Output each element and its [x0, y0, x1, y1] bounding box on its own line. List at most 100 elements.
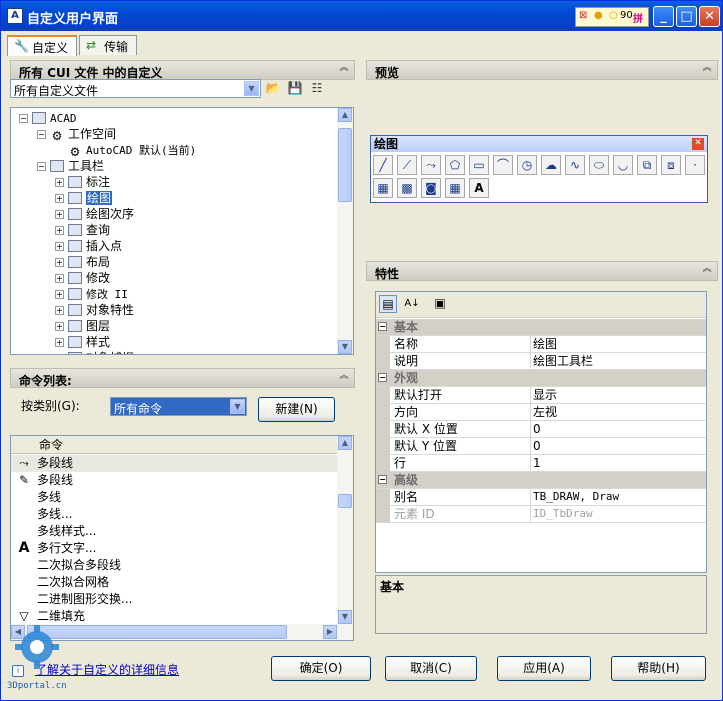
expand-icon[interactable]: +: [55, 354, 64, 355]
ok-button[interactable]: 确定(O): [271, 656, 371, 681]
property-row[interactable]: 说明 绘图工具栏: [376, 353, 706, 370]
property-grid[interactable]: ▤ A↓ ▣ − 基本 名称 绘图 说明 绘图工具栏 − 外观 默认打开 显示 方向 左视 默认 X 位…: [375, 291, 707, 573]
tree-node[interactable]: + 绘图次序: [55, 206, 134, 222]
chevron-down-icon[interactable]: ▼: [230, 399, 245, 414]
command-list-item[interactable]: A 多行文字...: [11, 540, 339, 557]
expand-icon[interactable]: +: [55, 322, 64, 331]
tree-node[interactable]: + 修改 II: [55, 286, 128, 302]
categorized-view-icon[interactable]: ▤: [379, 295, 397, 313]
scroll-down-icon[interactable]: ▼: [338, 340, 352, 354]
tab-transfer[interactable]: ⇄ 传输: [79, 35, 137, 55]
property-category[interactable]: − 外观: [376, 370, 706, 387]
new-command-button[interactable]: 新建(N): [258, 397, 335, 422]
expand-icon[interactable]: +: [55, 306, 64, 315]
property-category[interactable]: − 基本: [376, 319, 706, 336]
collapse-chevron-icon[interactable]: ︽: [337, 370, 351, 384]
command-list-item[interactable]: 多线...: [11, 506, 339, 523]
scroll-up-icon[interactable]: ▲: [338, 108, 352, 122]
close-button[interactable]: ✕: [699, 6, 720, 27]
property-value[interactable]: 1: [530, 455, 706, 471]
command-list-item[interactable]: ⤳ 多段线: [11, 455, 339, 472]
expand-icon[interactable]: +: [55, 338, 64, 347]
tree-node[interactable]: + 布局: [55, 254, 110, 270]
property-row[interactable]: 名称 绘图: [376, 336, 706, 353]
help-button[interactable]: 帮助(H): [611, 656, 706, 681]
command-panel-header[interactable]: 命令列表: ︽: [10, 368, 355, 388]
save-icon[interactable]: 💾: [286, 80, 304, 98]
tree-node[interactable]: − ACAD: [19, 110, 77, 126]
expand-icon[interactable]: +: [55, 178, 64, 187]
scroll-right-icon[interactable]: ▶: [323, 625, 337, 639]
tree-options-icon[interactable]: ☷: [308, 80, 326, 98]
tree-node[interactable]: + 标注: [55, 174, 110, 190]
collapse-icon[interactable]: −: [19, 114, 28, 123]
cancel-button[interactable]: 取消(C): [385, 656, 477, 681]
chevron-down-icon[interactable]: ▼: [244, 81, 259, 96]
property-row[interactable]: 别名 TB_DRAW, Draw: [376, 489, 706, 506]
title-bar[interactable]: A 自定义用户界面 ⊠ ● ○ 90 拼 _ □ ✕: [1, 1, 722, 31]
sort-az-icon[interactable]: A↓: [403, 295, 421, 313]
command-list-item[interactable]: ✎ 多段线: [11, 472, 339, 489]
apply-button[interactable]: 应用(A): [497, 656, 591, 681]
command-list-item[interactable]: 多线: [11, 489, 339, 506]
minimize-button[interactable]: _: [653, 6, 674, 27]
tab-customize[interactable]: 🔧 自定义: [7, 35, 77, 56]
property-value[interactable]: 0: [530, 421, 706, 437]
property-value[interactable]: TB_DRAW, Draw: [530, 489, 706, 505]
tree-vertical-scrollbar[interactable]: ▲ ▼: [337, 108, 353, 354]
cui-tree[interactable]: −ACAD−⚙工作空间+⚙AutoCAD 默认(当前)−工具栏+标注+绘图+绘图…: [10, 107, 354, 355]
property-row[interactable]: 元素 ID ID_TbDraw: [376, 506, 706, 523]
tree-node[interactable]: + 对象捕捉: [55, 350, 134, 355]
scroll-up-icon[interactable]: ▲: [338, 436, 352, 450]
command-list-item[interactable]: 二次拟合多段线: [11, 557, 339, 574]
expand-icon[interactable]: +: [55, 226, 64, 235]
command-vertical-scrollbar[interactable]: ▲ ▼: [337, 436, 353, 624]
property-pages-icon[interactable]: ▣: [431, 295, 449, 313]
scroll-thumb[interactable]: [338, 128, 352, 202]
properties-panel-header[interactable]: 特性 ︽: [366, 261, 718, 281]
property-row[interactable]: 方向 左视: [376, 404, 706, 421]
expand-icon[interactable]: +: [55, 242, 64, 251]
property-row[interactable]: 默认打开 显示: [376, 387, 706, 404]
tree-node[interactable]: + 插入点: [55, 238, 122, 254]
property-row[interactable]: 行1: [376, 455, 706, 472]
cui-file-select[interactable]: 所有自定义文件 ▼: [10, 79, 261, 98]
property-row[interactable]: 默认 Y 位置 0: [376, 438, 706, 455]
collapse-icon[interactable]: −: [37, 162, 46, 171]
command-column-header[interactable]: 命令: [11, 436, 339, 454]
command-list[interactable]: 命令 ⤳ 多段线 ✎ 多段线 多线 多线... 多线样式... A 多行文字... 二次拟合多段线…: [10, 435, 354, 641]
property-category[interactable]: − 高级: [376, 472, 706, 489]
ime-status-bar[interactable]: ⊠ ● ○ 90 拼: [575, 7, 649, 27]
tree-node[interactable]: − 工具栏: [37, 158, 104, 174]
tree-node[interactable]: − ⚙ 工作空间: [37, 126, 116, 142]
collapse-icon[interactable]: −: [378, 322, 387, 331]
category-filter-select[interactable]: 所有命令 ▼: [110, 397, 247, 416]
tree-node[interactable]: + 对象特性: [55, 302, 134, 318]
collapse-icon[interactable]: −: [378, 475, 387, 484]
tree-node[interactable]: + 修改: [55, 270, 110, 286]
collapse-icon[interactable]: −: [378, 373, 387, 382]
expand-icon[interactable]: +: [55, 290, 64, 299]
tree-node[interactable]: + 图层: [55, 318, 110, 334]
property-value[interactable]: 绘图工具栏: [530, 353, 706, 369]
expand-icon[interactable]: +: [55, 194, 64, 203]
expand-icon[interactable]: +: [55, 274, 64, 283]
open-file-icon[interactable]: 📂: [264, 80, 282, 98]
tree-node[interactable]: + 查询: [55, 222, 110, 238]
cui-panel-header[interactable]: 所有 CUI 文件 中的自定义 ︽: [10, 60, 355, 80]
expand-icon[interactable]: +: [55, 258, 64, 267]
property-value[interactable]: 绘图: [530, 336, 706, 352]
maximize-button[interactable]: □: [676, 6, 697, 27]
tree-node[interactable]: +⚙AutoCAD 默认(当前): [55, 142, 197, 158]
property-value[interactable]: 0: [530, 438, 706, 454]
scroll-thumb[interactable]: [338, 494, 352, 508]
collapse-chevron-icon[interactable]: ︽: [337, 62, 351, 76]
property-row[interactable]: 默认 X 位置 0: [376, 421, 706, 438]
scroll-down-icon[interactable]: ▼: [338, 610, 352, 624]
collapse-chevron-icon[interactable]: ︽: [700, 62, 714, 76]
expand-icon[interactable]: +: [55, 210, 64, 219]
command-list-item[interactable]: 二次拟合网格: [11, 574, 339, 591]
property-value[interactable]: 显示: [530, 387, 706, 403]
property-value[interactable]: ID_TbDraw: [530, 506, 706, 522]
command-list-item[interactable]: 多线样式...: [11, 523, 339, 540]
